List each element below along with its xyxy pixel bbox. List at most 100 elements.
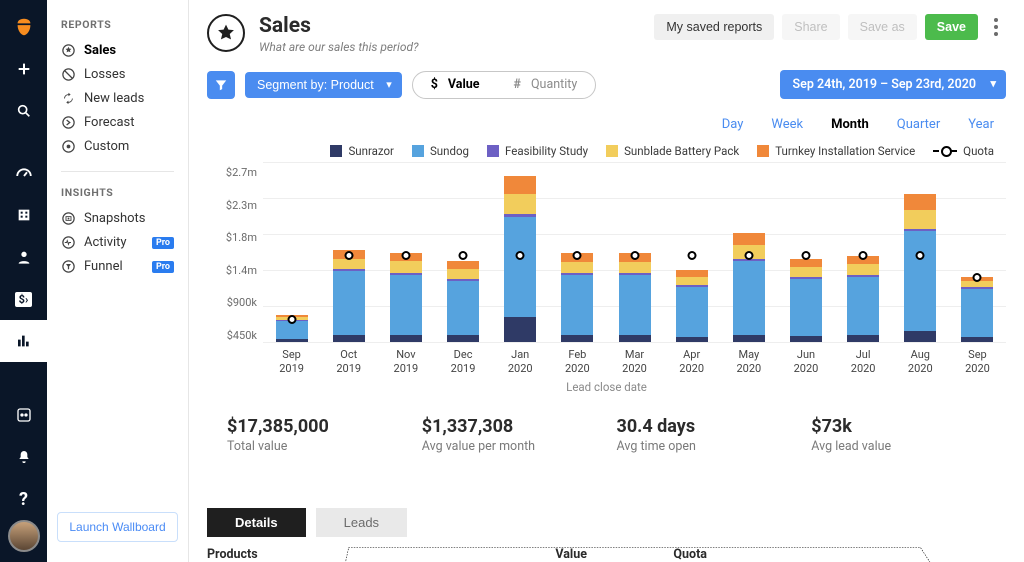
page-title: Sales xyxy=(259,14,419,38)
range-tab-quarter[interactable]: Quarter xyxy=(897,117,940,132)
filter-button[interactable] xyxy=(207,71,235,99)
rail-money[interactable]: $› xyxy=(0,278,47,320)
rail-help[interactable]: ? xyxy=(0,478,47,520)
nav-item-label: New leads xyxy=(84,91,144,106)
nav-item-new-leads[interactable]: New leads xyxy=(47,87,188,111)
saved-reports-button[interactable]: My saved reports xyxy=(654,14,774,40)
app-logo[interactable] xyxy=(0,6,47,48)
segment-sundog xyxy=(676,287,708,337)
quota-marker xyxy=(459,251,468,260)
building-icon xyxy=(16,207,32,223)
segment-sundog xyxy=(333,271,365,334)
pro-badge: Pro xyxy=(152,261,174,273)
nav-item-label: Forecast xyxy=(84,115,134,130)
launch-wallboard-button[interactable]: Launch Wallboard xyxy=(57,512,178,542)
bar-Jul-2020[interactable] xyxy=(835,162,892,342)
x-axis-title: Lead close date xyxy=(207,376,1006,404)
toggle-value[interactable]: $ Value xyxy=(431,77,480,92)
money-icon: $› xyxy=(15,292,33,307)
segment-sunblade-battery-pack xyxy=(790,267,822,277)
nav-item-label: Snapshots xyxy=(84,211,146,226)
rail-company[interactable] xyxy=(0,194,47,236)
segment-dropdown[interactable]: Segment by: Product xyxy=(245,72,402,98)
acorn-icon xyxy=(11,14,37,40)
star-icon xyxy=(216,23,236,43)
rail-person[interactable] xyxy=(0,236,47,278)
range-tab-year[interactable]: Year xyxy=(968,117,994,132)
bar-Sep-2020[interactable] xyxy=(949,162,1006,342)
nav-item-funnel[interactable]: FunnelPro xyxy=(47,255,188,279)
x-tick: Feb2020 xyxy=(549,342,606,376)
filter-bar: Segment by: Product $ Value # Quantity S… xyxy=(189,64,1024,111)
nav-item-snapshots[interactable]: Snapshots xyxy=(47,207,188,231)
nav-item-losses[interactable]: Losses xyxy=(47,63,188,87)
segment-sunrazor xyxy=(790,336,822,342)
toggle-quantity-label: Quantity xyxy=(531,77,577,92)
bar-Oct-2019[interactable] xyxy=(320,162,377,342)
bar-Feb-2020[interactable] xyxy=(549,162,606,342)
quota-marker xyxy=(401,251,410,260)
bar-May-2020[interactable] xyxy=(720,162,777,342)
avatar[interactable] xyxy=(8,520,40,552)
segment-sunrazor xyxy=(333,335,365,342)
bar-Jun-2020[interactable] xyxy=(777,162,834,342)
chart-icon xyxy=(16,333,32,349)
swatch-icon xyxy=(412,145,424,157)
nav-item-activity[interactable]: ActivityPro xyxy=(47,231,188,255)
more-menu[interactable] xyxy=(986,14,1006,40)
share-button[interactable]: Share xyxy=(782,14,839,40)
rail-launcher[interactable] xyxy=(0,394,47,436)
summary-stats: $17,385,000Total value$1,337,308Avg valu… xyxy=(207,404,1006,466)
chart-legend: SunrazorSundogFeasibility StudySunblade … xyxy=(207,138,1006,162)
rail-search[interactable] xyxy=(0,90,47,132)
rail-dashboard[interactable] xyxy=(0,152,47,194)
segment-turnkey-installation-service xyxy=(504,176,536,194)
nav-item-label: Losses xyxy=(84,67,125,82)
y-tick: $900k xyxy=(227,296,257,309)
nav-section-title: INSIGHTS xyxy=(47,186,188,207)
bar-Nov-2019[interactable] xyxy=(377,162,434,342)
table-header: Products Value Quota xyxy=(189,537,1024,562)
save-button[interactable]: Save xyxy=(925,14,978,40)
titlebar: Sales What are our sales this period? My… xyxy=(189,0,1024,64)
nav-item-sales[interactable]: Sales xyxy=(47,39,188,63)
bar-Aug-2020[interactable] xyxy=(892,162,949,342)
rail-add[interactable] xyxy=(0,48,47,90)
y-tick: $2.7m xyxy=(226,166,257,179)
segment-sundog xyxy=(904,231,936,331)
rail-notifications[interactable] xyxy=(0,436,47,478)
help-icon: ? xyxy=(19,489,28,510)
date-range-picker[interactable]: Sep 24th, 2019 – Sep 23rd, 2020 xyxy=(780,70,1006,99)
bar-Dec-2019[interactable] xyxy=(434,162,491,342)
funnel-icon xyxy=(61,259,76,274)
segment-sunrazor xyxy=(676,337,708,342)
rail-reports[interactable] xyxy=(0,320,47,362)
segment-sunblade-battery-pack xyxy=(561,262,593,273)
bar-Sep-2019[interactable] xyxy=(263,162,320,342)
segment-sunrazor xyxy=(619,335,651,342)
legend-turnkey-installation-service: Turnkey Installation Service xyxy=(757,144,915,158)
detail-tab-details[interactable]: Details xyxy=(207,508,306,537)
segment-sundog xyxy=(733,261,765,334)
quota-line-icon xyxy=(933,150,957,152)
bar-Apr-2020[interactable] xyxy=(663,162,720,342)
chart: $2.7m$2.3m$1.8m$1.4m$900k$450k xyxy=(207,162,1006,342)
segment-sundog xyxy=(619,275,651,335)
segment-turnkey-installation-service xyxy=(733,233,765,245)
nav-item-forecast[interactable]: Forecast xyxy=(47,111,188,135)
nav-item-custom[interactable]: Custom xyxy=(47,135,188,159)
bar-Mar-2020[interactable] xyxy=(606,162,663,342)
segment-sunrazor xyxy=(904,331,936,342)
range-tab-day[interactable]: Day xyxy=(722,117,744,132)
detail-tab-leads[interactable]: Leads xyxy=(316,508,407,537)
segment-sunrazor xyxy=(504,317,536,342)
bar-Jan-2020[interactable] xyxy=(492,162,549,342)
th-products: Products xyxy=(207,547,427,562)
range-tab-week[interactable]: Week xyxy=(771,117,803,132)
toggle-quantity[interactable]: # Quantity xyxy=(514,77,578,92)
segment-sunrazor xyxy=(733,335,765,342)
legend-sunblade-battery-pack: Sunblade Battery Pack xyxy=(606,144,739,158)
range-tab-month[interactable]: Month xyxy=(831,117,869,132)
x-tick: Nov2019 xyxy=(377,342,434,376)
saveas-button[interactable]: Save as xyxy=(848,14,917,40)
